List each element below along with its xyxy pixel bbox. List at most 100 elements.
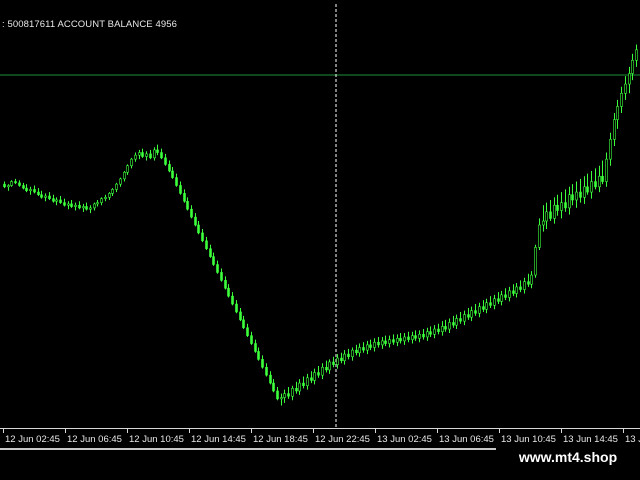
candle-body [164, 157, 167, 165]
candle-body [261, 359, 264, 368]
candle-body [414, 335, 417, 339]
candle-body [59, 199, 62, 203]
candle-body [212, 256, 215, 265]
candle-body [332, 361, 335, 365]
candle-body [388, 339, 391, 344]
candle-body [441, 326, 444, 332]
candle-body [444, 326, 447, 330]
time-axis-tick [623, 429, 624, 433]
candle-body [269, 374, 272, 384]
candle-body [336, 357, 339, 365]
candle-body [519, 286, 522, 290]
candle-body [530, 274, 533, 285]
watermark-text: www.mt4.shop [496, 442, 640, 472]
candle-body [283, 393, 286, 398]
candle-body [403, 336, 406, 342]
chart-window[interactable]: : 500817611 ACCOUNT BALANCE 4956 12 Jun … [0, 0, 640, 480]
candle-body [635, 49, 638, 61]
time-axis-tick [189, 429, 190, 433]
candle-body [448, 322, 451, 330]
candle-body [287, 393, 290, 397]
candle-body [291, 388, 294, 397]
candle-body [231, 295, 234, 305]
candle-body [545, 211, 548, 222]
candle-body [242, 319, 245, 329]
candle-body [250, 335, 253, 344]
candle-body [111, 189, 114, 194]
candle-body [153, 149, 156, 159]
candle-body [310, 377, 313, 381]
candle-body [194, 216, 197, 226]
candle-body [119, 178, 122, 185]
candle-body [512, 290, 515, 294]
candle-body [575, 191, 578, 201]
candle-body [156, 149, 159, 153]
time-axis-label: 12 Jun 06:45 [67, 434, 122, 445]
candle-body [298, 382, 301, 392]
candle-body [605, 158, 608, 182]
time-axis-tick [313, 429, 314, 433]
candle-body [455, 318, 458, 326]
candle-body [362, 347, 365, 351]
candle-body [583, 186, 586, 198]
candle-body [556, 204, 559, 211]
candle-body [355, 349, 358, 354]
candle-body [497, 298, 500, 302]
time-axis-tick [65, 429, 66, 433]
candle-body [485, 302, 488, 310]
candle-body [564, 202, 567, 209]
candle-body [224, 280, 227, 289]
time-axis-tick [499, 429, 500, 433]
candle-body [463, 314, 466, 322]
candle-body [10, 181, 13, 186]
time-axis-tick [375, 429, 376, 433]
candle-body [265, 366, 268, 376]
candle-body [104, 197, 107, 199]
time-axis-tick [3, 429, 4, 433]
candle-body [175, 177, 178, 186]
candle-body [115, 183, 118, 190]
candle-body [78, 204, 81, 209]
candle-body [429, 331, 432, 335]
candle-body [399, 337, 402, 342]
candle-body [534, 247, 537, 276]
candle-body [493, 298, 496, 306]
candle-body [467, 314, 470, 318]
candle-body [489, 302, 492, 306]
candle-body [624, 83, 627, 94]
candle-body [67, 203, 70, 206]
candle-body [201, 232, 204, 242]
candle-body [381, 340, 384, 346]
candle-body [246, 327, 249, 336]
candle-body [351, 349, 354, 358]
candle-body [7, 185, 10, 188]
candle-body [523, 281, 526, 290]
candle-body [14, 181, 17, 184]
candle-body [369, 344, 372, 348]
candle-body [571, 194, 574, 201]
candle-body [197, 224, 200, 234]
candle-body [594, 181, 597, 188]
candle-body [579, 191, 582, 198]
candle-body [160, 152, 163, 159]
candle-body [474, 310, 477, 314]
candle-body [328, 361, 331, 371]
time-axis-label: 13 Jun 06:45 [439, 434, 494, 445]
candle-body [52, 198, 55, 202]
candle-body [343, 353, 346, 361]
candle-body [70, 203, 73, 207]
candle-body [25, 187, 28, 192]
candle-body [560, 202, 563, 211]
price-chart[interactable] [0, 0, 640, 428]
candle-body [373, 341, 376, 348]
candle-body [407, 336, 410, 340]
candle-body [377, 341, 380, 346]
candle-body [504, 294, 507, 298]
candle-body [422, 334, 425, 338]
candle-body [216, 264, 219, 273]
candle-body [515, 286, 518, 294]
candle-body [179, 185, 182, 194]
candle-body [183, 193, 186, 202]
candle-body [96, 202, 99, 205]
candle-body [358, 347, 361, 354]
